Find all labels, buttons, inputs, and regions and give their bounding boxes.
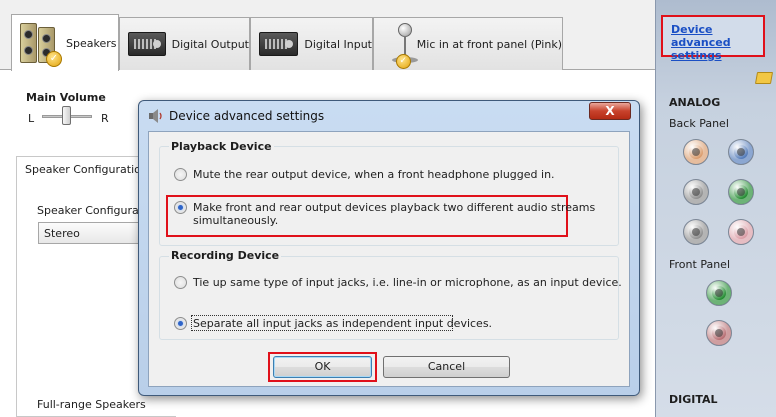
front-panel-label: Front Panel bbox=[669, 258, 730, 271]
main-volume-label: Main Volume bbox=[26, 91, 106, 104]
digital-input-device-icon bbox=[259, 32, 299, 56]
speaker-configuration-title: Speaker Configuration bbox=[25, 163, 148, 176]
cancel-button[interactable]: Cancel bbox=[383, 356, 510, 378]
full-range-speakers-label: Full-range Speakers bbox=[37, 398, 146, 411]
balance-slider-thumb[interactable] bbox=[62, 106, 71, 125]
speaker-configuration-value: Stereo bbox=[44, 227, 80, 240]
tab-label: Speakers bbox=[66, 36, 117, 50]
tab-mic-front-panel[interactable]: ✓ Mic in at front panel (Pink) bbox=[373, 17, 563, 70]
ok-button[interactable]: OK bbox=[273, 356, 372, 378]
separate-streams-option-label-line2[interactable]: simultaneously. bbox=[193, 214, 278, 227]
mute-rear-option-label[interactable]: Mute the rear output device, when a fron… bbox=[193, 168, 555, 181]
separate-streams-option-label-line1[interactable]: Make front and rear output devices playb… bbox=[193, 201, 595, 214]
back-jack-pink[interactable] bbox=[728, 219, 754, 245]
microphone-icon: ✓ bbox=[386, 19, 418, 69]
back-jack-gray-2[interactable] bbox=[683, 219, 709, 245]
mute-rear-radio[interactable] bbox=[174, 168, 187, 181]
back-jack-gray[interactable] bbox=[683, 179, 709, 205]
separate-inputs-radio[interactable] bbox=[174, 317, 187, 330]
back-jack-blue[interactable] bbox=[728, 139, 754, 165]
digital-heading: DIGITAL bbox=[669, 393, 718, 406]
tab-digital-output[interactable]: Digital Output bbox=[119, 17, 250, 70]
speakers-icon: ✓ bbox=[18, 19, 62, 67]
tie-up-inputs-radio[interactable] bbox=[174, 276, 187, 289]
folder-icon[interactable] bbox=[754, 72, 774, 84]
front-jack-pink[interactable] bbox=[706, 320, 732, 346]
tab-speakers[interactable]: ✓ Speakers bbox=[11, 14, 119, 71]
front-jack-green[interactable] bbox=[706, 280, 732, 306]
playback-device-label: Playback Device bbox=[169, 140, 274, 153]
back-panel-label: Back Panel bbox=[669, 117, 729, 130]
volume-left-label: L bbox=[28, 112, 35, 125]
separate-inputs-option-label[interactable]: Separate all input jacks as independent … bbox=[193, 317, 492, 330]
connector-sidebar: Device advanced settings ANALOG Back Pan… bbox=[655, 0, 776, 417]
speaker-configuration-select[interactable]: Stereo bbox=[38, 222, 148, 244]
speaker-configuration-label: Speaker Configuratio bbox=[37, 204, 153, 217]
digital-output-device-icon bbox=[128, 32, 166, 56]
dialog-body: Playback Device Mute the rear output dev… bbox=[148, 131, 630, 387]
separate-streams-radio[interactable] bbox=[174, 201, 187, 214]
close-button[interactable]: X bbox=[589, 102, 631, 120]
tab-label: Mic in at front panel (Pink) bbox=[416, 37, 562, 51]
tie-up-inputs-option-label[interactable]: Tie up same type of input jacks, i.e. li… bbox=[193, 276, 622, 289]
volume-right-label: R bbox=[101, 112, 109, 125]
device-advanced-settings-link[interactable]: Device advanced settings bbox=[661, 15, 765, 62]
recording-device-label: Recording Device bbox=[169, 249, 282, 262]
dialog-title: Device advanced settings bbox=[169, 109, 325, 123]
tab-digital-input[interactable]: Digital Input bbox=[250, 17, 373, 70]
tab-label: Digital Output bbox=[171, 37, 249, 51]
device-advanced-settings-dialog: Device advanced settings X Playback Devi… bbox=[138, 100, 640, 396]
back-jack-orange[interactable] bbox=[683, 139, 709, 165]
speaker-icon bbox=[149, 109, 162, 123]
back-jack-green-active[interactable] bbox=[728, 179, 754, 205]
tab-label: Digital Input bbox=[304, 37, 372, 51]
device-tabstrip: ✓ Speakers Digital Output Digital Input … bbox=[0, 0, 655, 71]
analog-heading: ANALOG bbox=[669, 96, 721, 109]
